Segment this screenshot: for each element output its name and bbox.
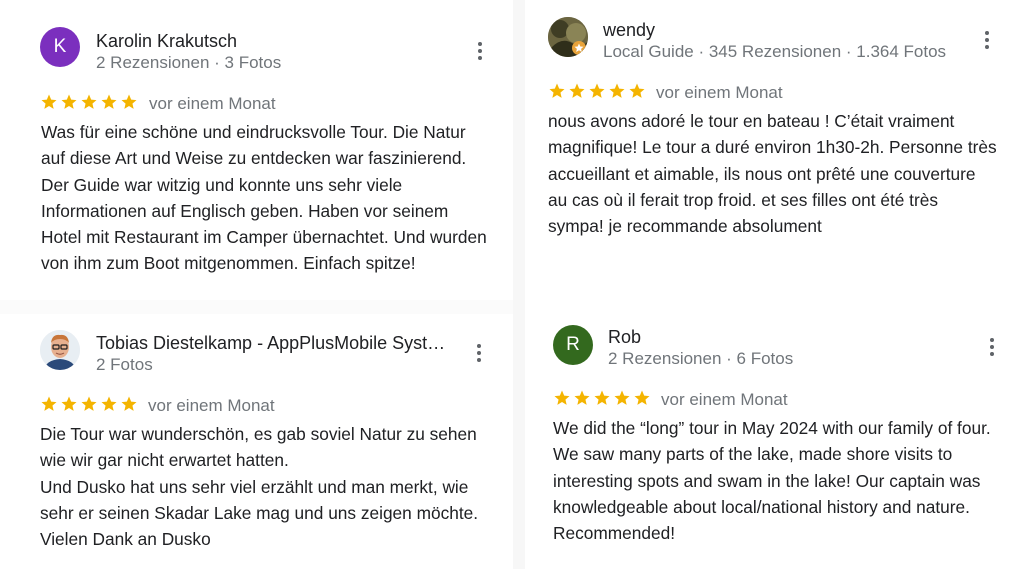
more-options-icon[interactable] — [977, 28, 997, 52]
review-text-line: sympa! je recommande absolument — [548, 216, 822, 237]
review-text: Die Tour war wunderschön, es gab soviel … — [40, 421, 478, 552]
star-icon — [609, 83, 625, 98]
star-icon — [634, 390, 650, 405]
star-icon — [121, 94, 137, 109]
star-icon — [629, 83, 645, 98]
review-text-line: Die Tour war wunderschön, es gab soviel … — [40, 424, 477, 444]
review-text-line: knowledgeable about local/national histo… — [553, 496, 970, 517]
review-text-line: Und Dusko hat uns sehr viel erzählt und … — [40, 476, 469, 497]
photo-avatar[interactable] — [40, 330, 80, 370]
more-options-icon[interactable] — [469, 341, 489, 365]
star-icon — [41, 94, 57, 109]
review-text-line: accueillant et aimable, ils nous ont prê… — [548, 163, 976, 184]
reviewer-name[interactable]: Tobias Diestelkamp - AppPlusMobile Syst… — [96, 333, 445, 354]
review-text-line: au cas où il ferait trop froid. et ses f… — [548, 189, 938, 210]
review-text-line: sehr er seinen Skadar Lake mag und uns z… — [40, 502, 479, 523]
avatar-letter: K — [53, 36, 67, 57]
star-icon — [574, 390, 590, 405]
star-icon — [81, 94, 97, 109]
column-divider — [513, 0, 525, 569]
review-text-line: We did the “long” tour in May 2024 with … — [553, 418, 991, 438]
review-text-line: Was für eine schöne und eindrucksvolle T… — [41, 122, 466, 142]
review-text-line: Hotel mit Restaurant im Camper übernacht… — [41, 227, 487, 248]
review-text-line: magnifique! Le tour a duré environ 1h30-… — [548, 137, 997, 158]
review-text-line: wie wir gar nicht erwartet hatten. — [40, 450, 289, 471]
star-icon — [549, 83, 565, 98]
review-text: We did the “long” tour in May 2024 with … — [553, 415, 991, 546]
photo-avatar-icon — [548, 17, 588, 57]
star-icon — [594, 390, 610, 405]
review-text-line: nous avons adoré le tour en bateau ! C’é… — [548, 111, 955, 131]
avatar-letter: R — [566, 334, 580, 355]
reviewer-name[interactable]: Rob — [608, 327, 641, 348]
review-text: Was für eine schöne und eindrucksvolle T… — [41, 119, 487, 277]
review-text-line: Vielen Dank an Dusko — [40, 529, 211, 550]
review-text-line: Der Guide war witzig und konnte uns sehr… — [41, 174, 403, 195]
star-icon — [589, 83, 605, 98]
photo-avatar[interactable] — [548, 17, 588, 57]
review-text-line: Recommended! — [553, 523, 675, 544]
reviewer-name[interactable]: Karolin Krakutsch — [96, 31, 237, 52]
review-text-line: von ihm zum Boot mitgenommen. Einfach sp… — [41, 253, 416, 274]
reviewer-meta: 2 Fotos — [96, 355, 153, 374]
review-text: nous avons adoré le tour en bateau ! C’é… — [548, 108, 997, 239]
review-date: vor einem Monat — [661, 390, 788, 409]
star-rating — [553, 389, 651, 407]
review-text-line: We saw many parts of the lake, made shor… — [553, 444, 953, 465]
review-text-line: Informationen auf Englisch geben. Haben … — [41, 200, 449, 221]
star-icon — [121, 396, 137, 411]
reviewer-name[interactable]: wendy — [603, 20, 655, 41]
avatar[interactable]: R — [553, 325, 593, 365]
star-icon — [554, 390, 570, 405]
avatar[interactable]: K — [40, 27, 80, 67]
reviewer-meta: 2 Rezensionen · 3 Fotos — [96, 53, 282, 72]
star-icon — [101, 396, 117, 411]
star-rating — [548, 82, 646, 100]
reviewer-meta: Local Guide · 345 Rezensionen · 1.364 Fo… — [603, 42, 947, 61]
review-text-line: auf diese Art und Weise zu entdecken war… — [41, 148, 467, 169]
star-icon — [61, 396, 77, 411]
review-date: vor einem Monat — [149, 94, 276, 113]
photo-avatar-icon — [40, 330, 80, 370]
star-icon — [101, 94, 117, 109]
star-icon — [614, 390, 630, 405]
review-date: vor einem Monat — [656, 83, 783, 102]
row-divider — [0, 300, 513, 314]
more-options-icon[interactable] — [982, 335, 1002, 359]
more-options-icon[interactable] — [470, 39, 490, 63]
star-icon — [61, 94, 77, 109]
review-text-line: interesting spots and swam in the lake! … — [553, 470, 981, 491]
star-icon — [41, 396, 57, 411]
star-rating — [40, 395, 138, 413]
reviewer-meta: 2 Rezensionen · 6 Fotos — [608, 349, 794, 368]
review-date: vor einem Monat — [148, 396, 275, 415]
star-icon — [569, 83, 585, 98]
star-rating — [40, 93, 138, 111]
star-icon — [81, 396, 97, 411]
